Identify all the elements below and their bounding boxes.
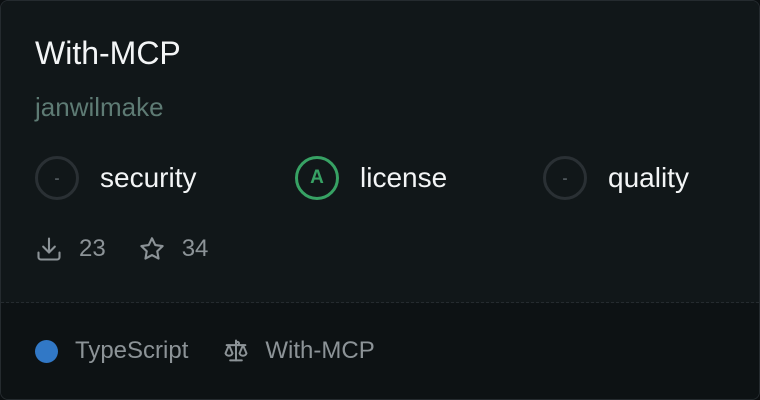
score-badge: - bbox=[543, 156, 587, 200]
language-label: TypeScript bbox=[75, 337, 189, 364]
score-label: quality bbox=[608, 162, 689, 193]
author-link[interactable]: janwilmake bbox=[35, 91, 164, 123]
card-footer: TypeScript With-MCP bbox=[1, 303, 759, 399]
score-badge: - bbox=[35, 156, 79, 200]
scale-icon bbox=[224, 339, 248, 362]
score-badge: A bbox=[295, 156, 339, 200]
score-row: - security A license - quality bbox=[1, 153, 759, 203]
stars-count: 34 bbox=[181, 235, 209, 262]
stats-row: 23 34 bbox=[35, 233, 208, 265]
language-dot bbox=[35, 339, 58, 363]
card-main: With-MCP janwilmake - security A license… bbox=[1, 1, 759, 303]
download-icon bbox=[37, 237, 61, 261]
stars-stat: 34 bbox=[138, 235, 209, 263]
license-label: With-MCP bbox=[265, 337, 375, 364]
score-label: security bbox=[100, 162, 197, 193]
score-license[interactable]: A license bbox=[295, 153, 447, 203]
star-icon bbox=[140, 237, 164, 260]
meta-row: TypeScript With-MCP bbox=[35, 335, 375, 367]
server-card[interactable]: With-MCP janwilmake - security A license… bbox=[0, 0, 760, 400]
card-title[interactable]: With-MCP bbox=[35, 33, 181, 73]
downloads-stat: 23 bbox=[35, 235, 106, 263]
score-security[interactable]: - security bbox=[35, 153, 196, 203]
downloads-count: 23 bbox=[79, 235, 106, 262]
score-label: license bbox=[360, 162, 448, 193]
score-quality[interactable]: - quality bbox=[543, 153, 689, 203]
